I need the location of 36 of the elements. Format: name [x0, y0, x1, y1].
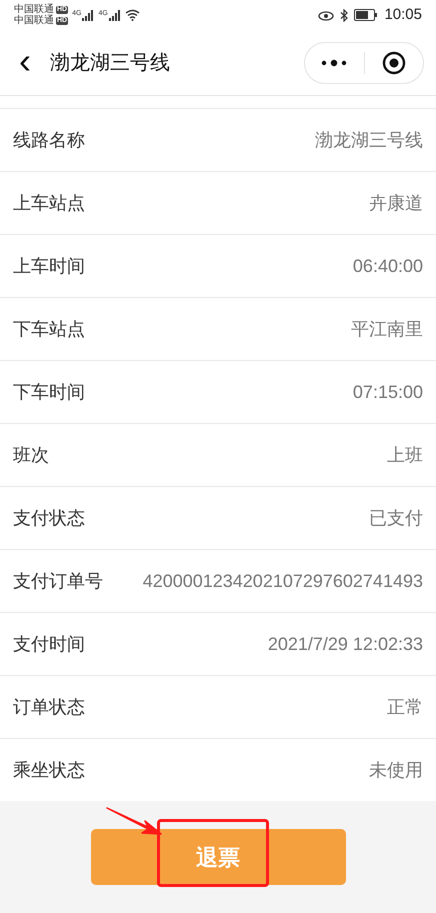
signal-icon	[108, 10, 121, 20]
detail-label: 上车时间	[13, 254, 85, 278]
detail-value: 正常	[387, 696, 423, 719]
detail-value: 渤龙湖三号线	[315, 129, 423, 152]
detail-value: 4200001234202107297602741493	[142, 570, 423, 593]
detail-label: 下车站点	[13, 318, 85, 340]
bluetooth-icon	[340, 8, 348, 22]
detail-label: 线路名称	[13, 128, 85, 152]
carrier-name: 中国联通	[14, 4, 54, 15]
detail-label: 支付时间	[13, 632, 85, 656]
detail-value: 上班	[387, 444, 423, 467]
detail-label: 班次	[13, 444, 49, 466]
detail-value: 2021/7/29 12:02:33	[268, 633, 423, 656]
more-icon	[321, 58, 348, 66]
detail-value: 平江南里	[351, 318, 423, 341]
signal-icon	[82, 10, 94, 20]
detail-label: 订单状态	[13, 696, 85, 718]
back-button[interactable]: ‹	[10, 40, 40, 80]
page-title: 渤龙湖三号线	[50, 50, 170, 76]
wifi-icon	[124, 9, 140, 21]
target-icon	[382, 50, 406, 74]
detail-label: 支付订单号	[13, 570, 103, 592]
detail-label: 下车时间	[13, 380, 85, 404]
battery-icon	[354, 9, 378, 21]
detail-label: 乘坐状态	[13, 758, 85, 782]
detail-value: 07:15:00	[352, 381, 423, 404]
detail-value: 未使用	[369, 759, 423, 782]
detail-label: 支付状态	[13, 506, 85, 530]
detail-value: 06:40:00	[352, 255, 423, 278]
pointer-arrow	[106, 807, 162, 837]
eye-icon	[318, 9, 334, 21]
detail-value: 卉康道	[369, 192, 423, 215]
carrier-name: 中国联通	[14, 15, 54, 26]
clock-time: 10:05	[384, 4, 422, 25]
detail-value: 已支付	[369, 507, 423, 530]
detail-label: 上车站点	[13, 192, 85, 214]
